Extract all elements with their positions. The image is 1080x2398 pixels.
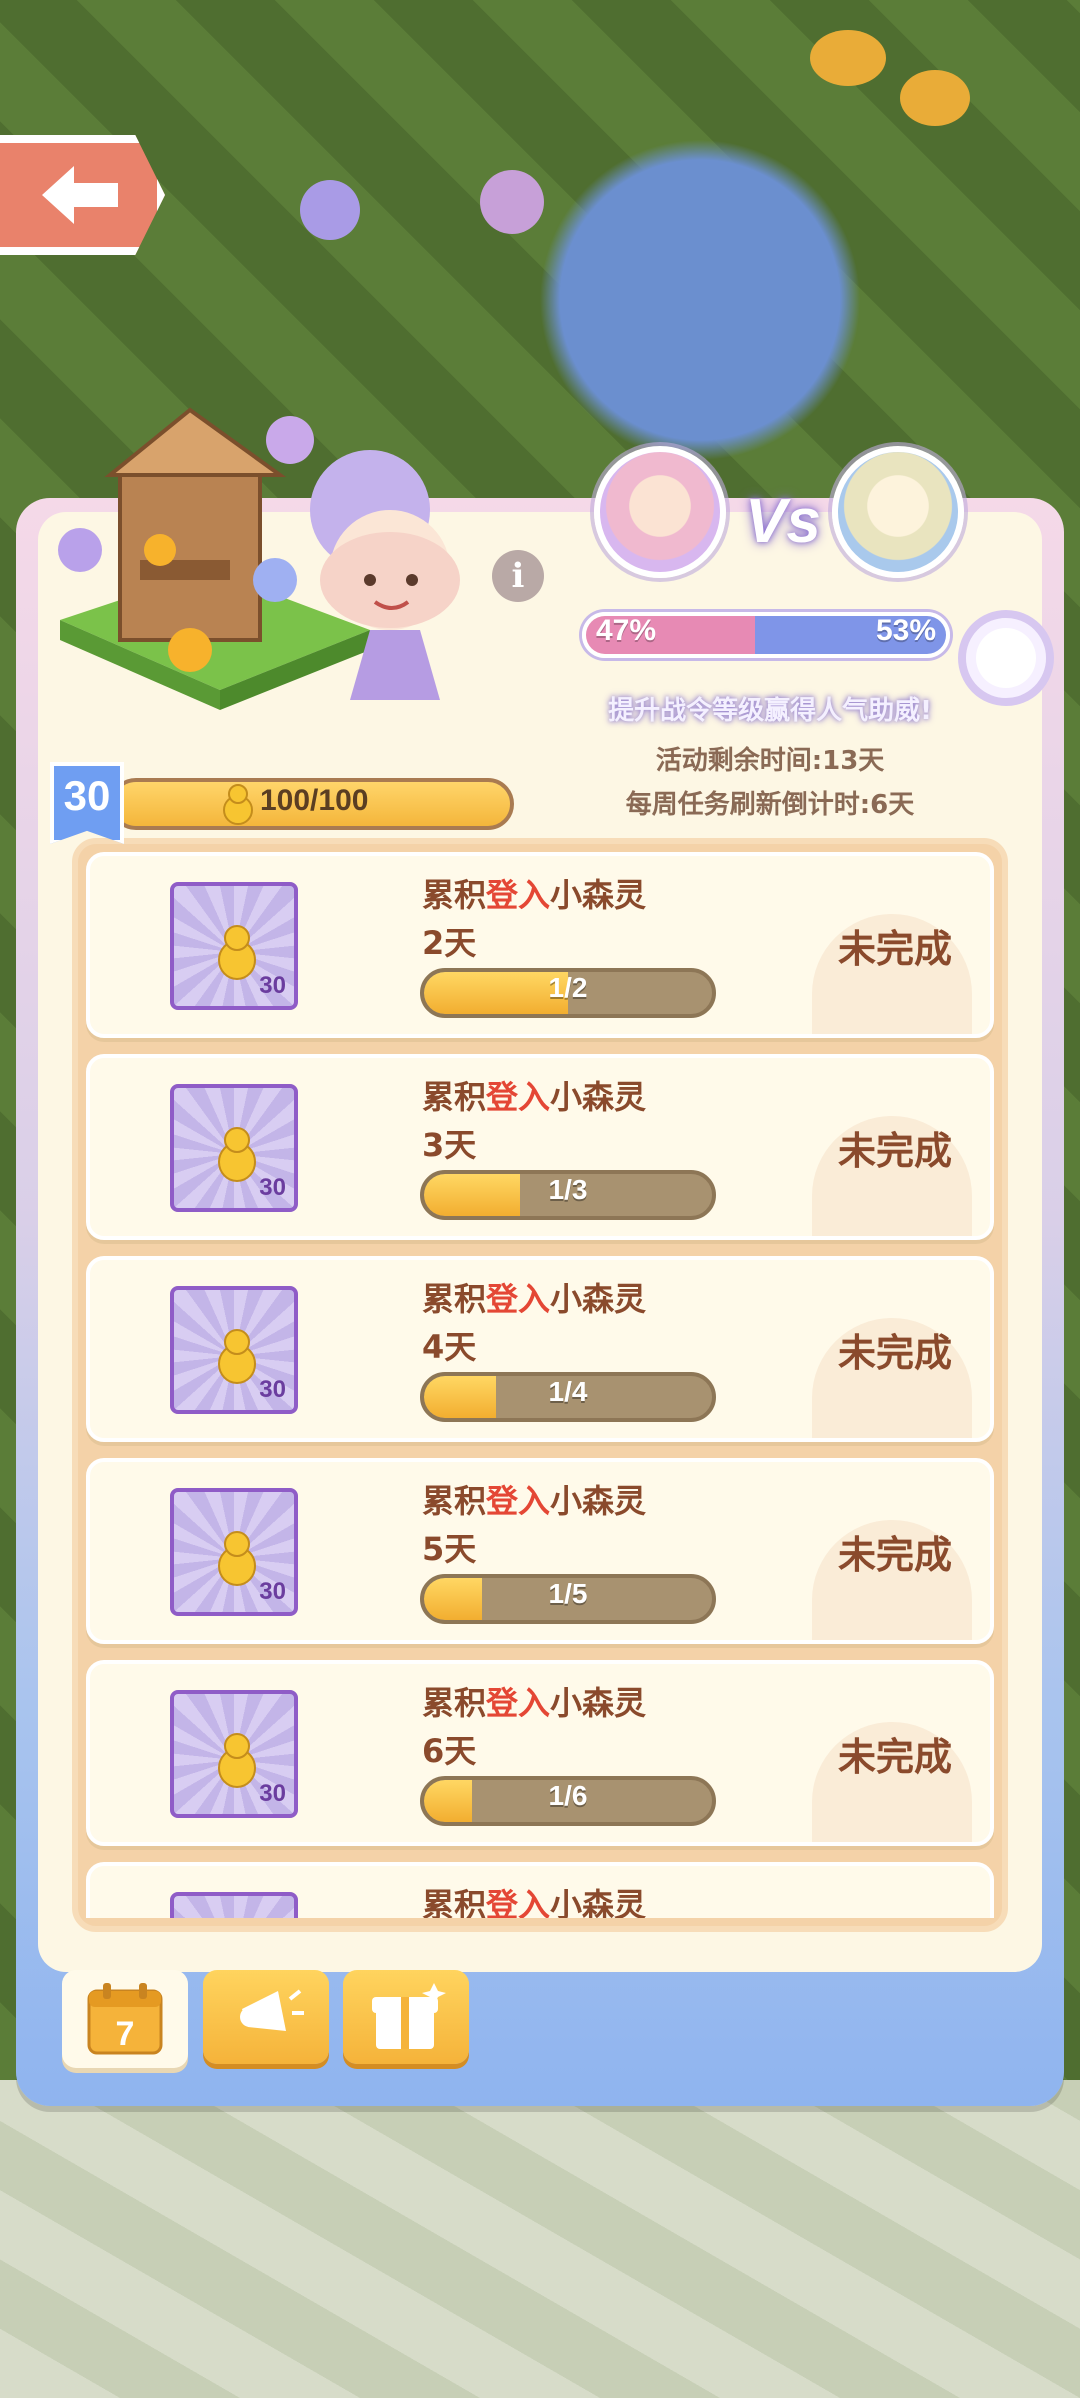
pineapple-decoration [810, 30, 886, 86]
back-button[interactable] [0, 135, 165, 255]
vs-label: Vs [745, 487, 821, 556]
reward-item[interactable]: 30 [170, 882, 298, 1010]
chick-currency-icon [218, 1329, 256, 1384]
task-list-frame: 30 累积登入小森灵 2天 1/2 未完成 30 累积登入小森灵 3天 1/3 … [72, 838, 1008, 1932]
task-title-highlight: 登入 [486, 1886, 551, 1918]
level-progress-text: 100/100 [260, 784, 369, 817]
task-status: 未完成 [837, 1735, 952, 1779]
reward-amount: 30 [259, 1376, 286, 1403]
reward-amount: 30 [259, 972, 286, 999]
task-title: 累积登入小森灵 [422, 1274, 646, 1320]
task-progress-text: 1/3 [548, 1174, 588, 1205]
left-percentage: 47% [596, 614, 657, 647]
task-days: 3天 [422, 1126, 477, 1164]
task-row[interactable]: 累积登入小森灵 [86, 1862, 994, 1918]
task-title-prefix: 累积 [422, 1482, 487, 1520]
chick-currency-icon [218, 1733, 256, 1788]
promo-text: 提升战令等级赢得人气助威! [608, 696, 932, 726]
task-title-suffix: 小森灵 [550, 876, 647, 914]
chick-currency-icon [218, 925, 256, 980]
flower-decoration [480, 170, 544, 234]
task-row[interactable]: 30 累积登入小森灵 6天 1/6 未完成 [86, 1660, 994, 1846]
task-progress-text: 1/4 [548, 1376, 588, 1407]
reward-item[interactable]: 30 [170, 1286, 298, 1414]
task-title: 累积登入小森灵 [422, 1880, 646, 1918]
weekly-refresh-countdown: 每周任务刷新倒计时:6天 [625, 790, 915, 820]
task-list[interactable]: 30 累积登入小森灵 2天 1/2 未完成 30 累积登入小森灵 3天 1/3 … [86, 852, 994, 1918]
task-status: 未完成 [837, 1533, 952, 1577]
right-team-avatar [832, 446, 964, 578]
task-title: 累积登入小森灵 [422, 1476, 646, 1522]
tab-announcement[interactable] [203, 1970, 329, 2064]
task-title-prefix: 累积 [422, 1886, 487, 1918]
task-row[interactable]: 30 累积登入小森灵 5天 1/5 未完成 [86, 1458, 994, 1644]
task-progress-text: 1/6 [548, 1780, 588, 1811]
event-remaining-time: 活动剩余时间:13天 [655, 746, 885, 776]
chick-currency-icon [218, 1127, 256, 1182]
flower-wreath-icon[interactable] [958, 610, 1054, 706]
left-team-avatar [594, 446, 726, 578]
task-days: 4天 [422, 1328, 477, 1366]
back-arrow-icon [41, 166, 118, 224]
task-title-suffix: 小森灵 [550, 1280, 647, 1318]
task-title-highlight: 登入 [486, 1684, 551, 1722]
task-title-prefix: 累积 [422, 1684, 487, 1722]
tab-daily-login[interactable]: 7 [62, 1970, 188, 2068]
tab-gift[interactable] [343, 1970, 469, 2064]
task-title-suffix: 小森灵 [550, 1684, 647, 1722]
reward-item[interactable] [170, 1892, 298, 1918]
task-status: 未完成 [837, 1331, 952, 1375]
calendar-day-number: 7 [116, 2015, 135, 2053]
info-icon[interactable]: i [492, 550, 544, 602]
task-title-prefix: 累积 [422, 1280, 487, 1318]
chick-currency-icon [218, 1531, 256, 1586]
pineapple-decoration [900, 70, 970, 126]
task-title-highlight: 登入 [486, 876, 551, 914]
task-title-suffix: 小森灵 [550, 1078, 647, 1116]
task-title-highlight: 登入 [486, 1280, 551, 1318]
reward-amount: 30 [259, 1578, 286, 1605]
flower-decoration [300, 180, 360, 240]
task-status: 未完成 [837, 1129, 952, 1173]
task-status: 未完成 [837, 927, 952, 971]
gift-box-icon [372, 1983, 446, 2049]
megaphone-icon [240, 1989, 304, 2031]
reward-item[interactable]: 30 [170, 1084, 298, 1212]
task-days: 5天 [422, 1530, 477, 1568]
task-title-prefix: 累积 [422, 1078, 487, 1116]
game-world-ground [0, 2080, 1080, 2398]
task-title: 累积登入小森灵 [422, 870, 646, 916]
task-title: 累积登入小森灵 [422, 1678, 646, 1724]
calendar-icon: 7 [87, 1983, 163, 2055]
task-row[interactable]: 30 累积登入小森灵 4天 1/4 未完成 [86, 1256, 994, 1442]
task-days: 2天 [422, 924, 477, 962]
task-row[interactable]: 30 累积登入小森灵 3天 1/3 未完成 [86, 1054, 994, 1240]
task-row[interactable]: 30 累积登入小森灵 2天 1/2 未完成 [86, 852, 994, 1038]
task-title-highlight: 登入 [486, 1078, 551, 1116]
right-percentage: 53% [876, 614, 937, 647]
task-title: 累积登入小森灵 [422, 1072, 646, 1118]
reward-item[interactable]: 30 [170, 1690, 298, 1818]
task-title-suffix: 小森灵 [550, 1482, 647, 1520]
reward-amount: 30 [259, 1174, 286, 1201]
task-title-prefix: 累积 [422, 876, 487, 914]
task-progress-text: 1/2 [548, 972, 588, 1003]
character-illustration [58, 407, 460, 710]
task-title-highlight: 登入 [486, 1482, 551, 1520]
task-progress-text: 1/5 [548, 1578, 588, 1609]
task-days: 6天 [422, 1732, 477, 1770]
reward-item[interactable]: 30 [170, 1488, 298, 1616]
task-title-suffix: 小森灵 [550, 1886, 647, 1918]
reward-amount: 30 [259, 1780, 286, 1807]
